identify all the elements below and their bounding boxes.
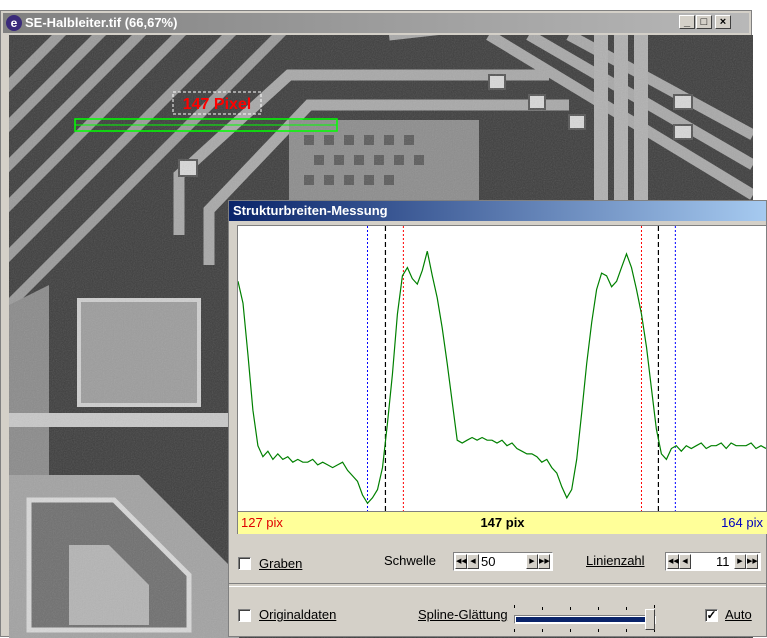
separator [229,583,766,587]
schwelle-first-button[interactable]: ◀◀ [455,554,467,569]
readout-width: 147 pix [480,515,525,530]
auto-label: Auto [725,607,752,622]
close-button[interactable]: × [715,15,731,29]
image-window-title: SE-Halbleiter.tif (66,67%) [25,15,178,30]
maximize-button[interactable]: □ [696,15,712,29]
linienzahl-down-button[interactable]: ◀ [679,554,691,569]
schwelle-up-button[interactable]: ▶ [526,554,538,569]
linienzahl-first-button[interactable]: ◀◀ [667,554,679,569]
spline-label: Spline-Glättung [418,607,508,622]
schwelle-last-button[interactable]: ▶▶ [538,554,550,569]
readout-bar: 147 pix 127 pix 164 pix [237,512,767,534]
spline-slider-fill [516,617,649,622]
linienzahl-up-button[interactable]: ▶ [734,554,746,569]
schwelle-label: Schwelle [384,553,437,568]
profile-line [238,251,766,505]
originaldaten-checkbox[interactable] [238,609,251,622]
spline-slider-thumb[interactable] [644,609,655,630]
auto-checkbox[interactable]: ✓ [705,609,718,622]
profile-chart [238,226,766,511]
linienzahl-value[interactable]: 11 [716,554,730,569]
linienzahl-label: Linienzahl [586,553,645,568]
spline-slider-track[interactable] [514,615,656,624]
measurement-window-titlebar[interactable]: Strukturbreiten-Messung [229,201,766,221]
checkmark-icon: ✓ [706,608,717,622]
app-icon: e [6,15,22,31]
originaldaten-label: Originaldaten [259,607,337,622]
spline-slider[interactable] [510,603,680,635]
profile-plot [237,225,767,512]
graben-label: Graben [259,556,303,571]
schwelle-value[interactable]: 50 [481,554,495,569]
linienzahl-spinner[interactable]: ◀◀ ◀ 11 ▶ ▶▶ [665,552,761,571]
schwelle-down-button[interactable]: ◀ [467,554,479,569]
linienzahl-last-button[interactable]: ▶▶ [746,554,758,569]
image-window-titlebar[interactable]: e SE-Halbleiter.tif (66,67%) _ □ × [3,13,749,33]
readout-left-edge: 127 pix [241,515,283,530]
measurement-window: Strukturbreiten-Messung 147 pix 127 pix … [228,200,767,637]
schwelle-spinner[interactable]: ◀◀ ◀ 50 ▶ ▶▶ [453,552,553,571]
readout-right-edge: 164 pix [721,515,763,530]
graben-checkbox[interactable] [238,557,251,570]
minimize-button[interactable]: _ [679,15,695,29]
measurement-label: 147 Pixel [183,96,252,113]
